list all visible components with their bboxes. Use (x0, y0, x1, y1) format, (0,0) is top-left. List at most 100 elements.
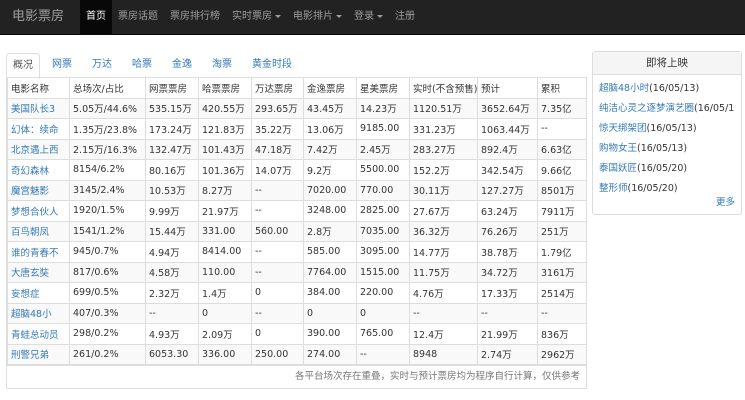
table-cell: -- (251, 302, 304, 324)
table-cell: 220.00 (356, 282, 410, 304)
film-name-link[interactable]: 妄想症 (7, 282, 70, 304)
table-footnote: 各平台场次存在重叠，实时与预计票房均为程序自行计算，仅供参考 (7, 365, 586, 388)
film-name-link[interactable]: 大唐玄奘 (7, 261, 70, 283)
navbar: 电影票房 首页 票房话题 票房排行榜 实时票房 电影排片 登录 注册 (0, 0, 745, 35)
table-cell: 7.35亿 (537, 97, 587, 119)
upcoming-item[interactable]: 整形师(16/05/20) (599, 179, 735, 199)
table-cell: 21.97万 (198, 200, 252, 222)
tab-wanda[interactable]: 万达 (86, 53, 118, 76)
upcoming-film-link[interactable]: 整形师 (599, 183, 628, 194)
table-cell: -- (251, 261, 304, 283)
film-name-link[interactable]: 魔宫魅影 (7, 179, 70, 201)
upcoming-item[interactable]: 超脑48小时(16/05/13) (599, 79, 735, 99)
column-header: 网票票房 (145, 77, 199, 99)
upcoming-film-link[interactable]: 纯洁心灵之逐梦演艺圈 (599, 103, 694, 114)
upcoming-item[interactable]: 惊天绑架团(16/05/13) (599, 119, 735, 139)
upcoming-film-link[interactable]: 购物女王 (599, 143, 637, 154)
table-cell: 293.65万 (251, 97, 304, 119)
release-date: (16/05/13) (637, 143, 688, 154)
column-header: 金逸票房 (303, 77, 357, 99)
tab-prime-time[interactable]: 黄金时段 (246, 53, 298, 76)
table-cell: 585.00 (303, 241, 357, 263)
table-cell: 101.36万 (198, 159, 252, 181)
upcoming-film-link[interactable]: 超脑48小时 (599, 83, 649, 94)
film-name-link[interactable]: 幻体：续命 (7, 118, 70, 140)
table-cell: 3095.00 (356, 241, 410, 263)
table-cell: 173.24万 (145, 118, 199, 140)
column-header: 总场次/占比 (69, 77, 146, 99)
table-cell: 15.44万 (145, 220, 199, 242)
nav-schedule[interactable]: 电影排片 (287, 0, 348, 34)
upcoming-item[interactable]: 泰国妖匠(16/05/20) (599, 159, 735, 179)
table-row: 大唐玄奘 817/0.6% 4.58万 110.00 -- 7764.00 1515.00 1… (7, 261, 587, 283)
table-cell: 298/0.2% (69, 323, 146, 345)
platform-tabs: 概况 网票 万达 哈票 金逸 淘票 黄金时段 (6, 53, 585, 79)
release-date: (16/05/13) (646, 123, 697, 134)
table-cell: 384.00 (303, 282, 357, 304)
table-cell: 35.22万 (251, 118, 304, 140)
table-cell: 251万 (537, 220, 587, 242)
table-cell: 4.58万 (145, 261, 199, 283)
film-name-link[interactable]: 谁的青春不 (7, 241, 70, 263)
nav-topics[interactable]: 票房话题 (112, 0, 164, 34)
film-name-link[interactable]: 奇幻森林 (7, 159, 70, 181)
tab-wangpiao[interactable]: 网票 (46, 53, 78, 76)
nav-register[interactable]: 注册 (389, 0, 421, 34)
tab-jinyi[interactable]: 金逸 (166, 53, 198, 76)
table-cell: 331.23万 (409, 118, 478, 140)
upcoming-item[interactable]: 纯洁心灵之逐梦演艺圈(16/05/13) (599, 99, 735, 119)
table-cell: 817/0.6% (69, 261, 146, 283)
release-date: (16/05/20) (637, 163, 688, 174)
table-cell: 945/0.7% (69, 241, 146, 263)
film-name-link[interactable]: 百鸟朝凤 (7, 220, 70, 242)
nav-realtime[interactable]: 实时票房 (226, 0, 287, 34)
tab-taopiao[interactable]: 淘票 (206, 53, 238, 76)
table-cell: 7.42万 (303, 138, 357, 160)
table-row: 奇幻森林 8154/6.2% 80.16万 101.36万 14.07万 9.2万 5500… (7, 159, 587, 181)
film-name-link[interactable]: 梦想合伙人 (7, 200, 70, 222)
caret-down-icon (336, 14, 342, 18)
table-cell: 2.74万 (477, 343, 538, 365)
table-cell: 2825.00 (356, 200, 410, 222)
brand-logo[interactable]: 电影票房 (12, 0, 64, 34)
tab-hapiao[interactable]: 哈票 (126, 53, 158, 76)
table-cell: 8948 (409, 343, 478, 365)
film-name-link[interactable]: 青蛙总动员 (7, 323, 70, 345)
table-cell: 7764.00 (303, 261, 357, 283)
release-date: (16/05/13) (694, 103, 735, 114)
table-cell: 2.8万 (303, 220, 357, 242)
film-name-link[interactable]: 美国队长3 (7, 97, 70, 119)
table-cell: 12.4万 (409, 323, 478, 345)
tab-overview[interactable]: 概况 (6, 53, 40, 79)
more-link[interactable]: 更多 (716, 194, 735, 208)
nav-login[interactable]: 登录 (348, 0, 389, 34)
table-cell: 5500.00 (356, 159, 410, 181)
table-cell: 38.78万 (477, 241, 538, 263)
upcoming-item[interactable]: 购物女王(16/05/13) (599, 139, 735, 159)
column-header: 电影名称 (7, 77, 70, 99)
nav-home[interactable]: 首页 (80, 0, 112, 34)
table-cell: -- (251, 241, 304, 263)
table-cell: -- (145, 302, 199, 324)
film-name-link[interactable]: 刑警兄弟 (7, 343, 70, 365)
table-cell: -- (356, 343, 410, 365)
table-cell: 560.00 (251, 220, 304, 242)
table-cell: 1.79亿 (537, 241, 587, 263)
upcoming-film-link[interactable]: 泰国妖匠 (599, 163, 637, 174)
column-header: 万达票房 (251, 77, 304, 99)
film-name-link[interactable]: 超脑48小 (7, 302, 70, 324)
film-name-link[interactable]: 北京遇上西 (7, 138, 70, 160)
table-cell: 1.35万/23.8% (69, 118, 146, 140)
table-cell: 5.05万/44.6% (69, 97, 146, 119)
table-cell: 2.45万 (356, 138, 410, 160)
table-cell: 535.15万 (145, 97, 199, 119)
table-cell: 27.67万 (409, 200, 478, 222)
table-cell: 43.45万 (303, 97, 357, 119)
table-cell: 2.15万/16.3% (69, 138, 146, 160)
table-cell: 770.00 (356, 179, 410, 201)
table-cell: 13.06万 (303, 118, 357, 140)
table-row: 美国队长3 5.05万/44.6% 535.15万 420.55万 293.65万 43.… (7, 97, 587, 119)
upcoming-film-link[interactable]: 惊天绑架团 (599, 123, 647, 134)
table-cell: 8414.00 (198, 241, 252, 263)
nav-ranking[interactable]: 票房排行榜 (164, 0, 226, 34)
